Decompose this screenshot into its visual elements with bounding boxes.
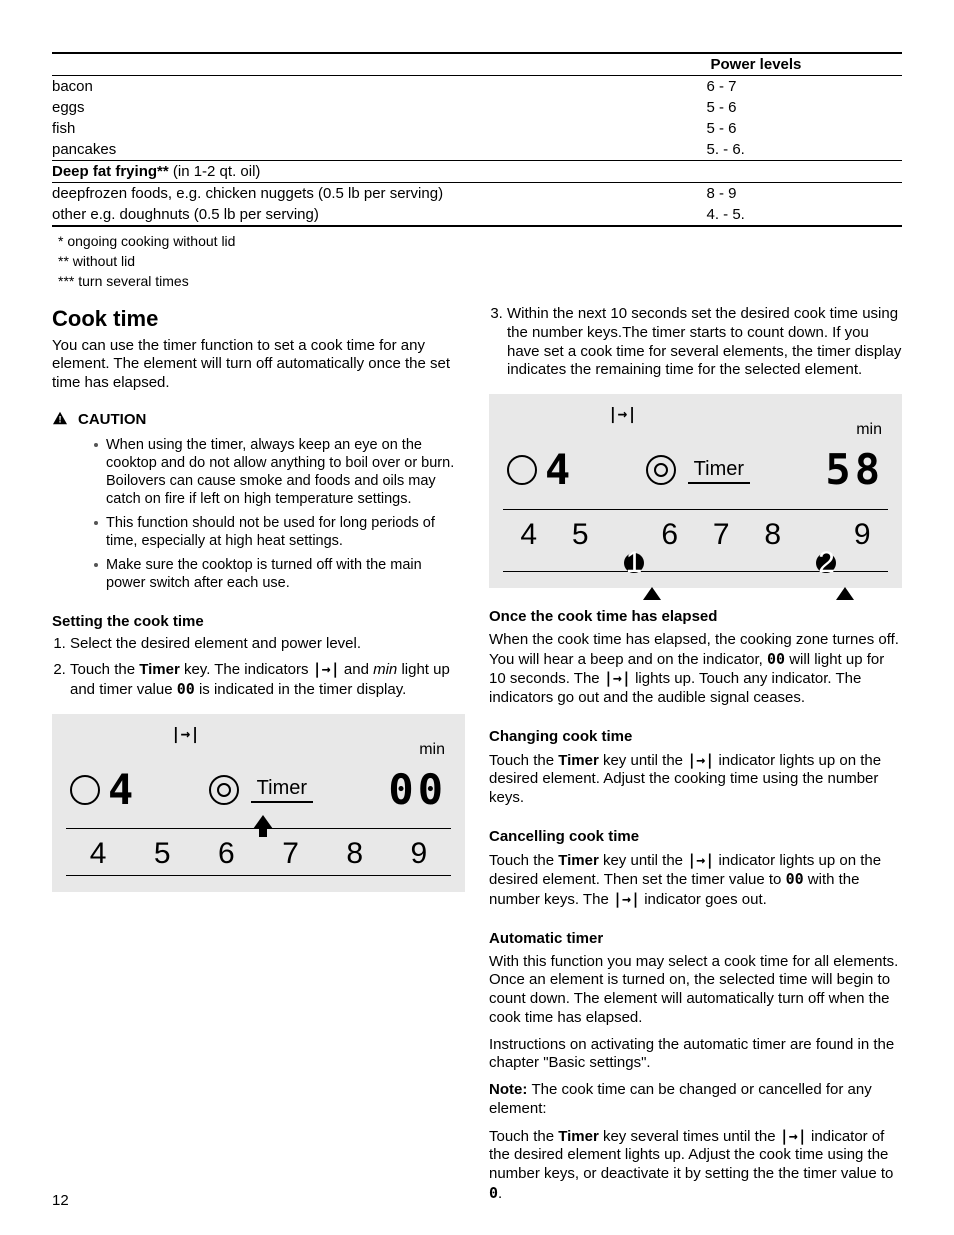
cancel-body: Touch the Timer key until the |→| indica… [489, 851, 902, 910]
setting-steps-cont: Within the next 10 seconds set the desir… [489, 305, 902, 380]
number-key: 7 [713, 516, 730, 554]
table-item: deepfrozen foods, e.g. chicken nuggets (… [52, 183, 707, 205]
right-column: Within the next 10 seconds set the desir… [489, 305, 902, 1212]
number-key: 9 [411, 835, 428, 873]
setting-steps: Select the desired element and power lev… [52, 635, 465, 699]
number-key: 51 [572, 516, 627, 554]
auto-p2: Instructions on activating the automatic… [489, 1036, 902, 1074]
timer-key-label: Timer [688, 457, 750, 484]
caution-item: When using the timer, always keep an eye… [94, 436, 465, 509]
elapsed-head: Once the cook time has elapsed [489, 608, 902, 627]
footnote: * ongoing cooking without lid [52, 231, 902, 251]
number-key: 6 [218, 835, 235, 873]
table-level: 5 - 6 [707, 118, 903, 139]
warning-icon: ! [52, 411, 68, 425]
setting-cook-time-head: Setting the cook time [52, 613, 465, 632]
timer-figure-1: |→| min 4 Timer 00 4 5 [52, 714, 465, 892]
note-line: Note: The cook time can be changed or ca… [489, 1081, 902, 1119]
element-icon [507, 455, 537, 485]
power-table: Power levels bacon6 - 7 eggs5 - 6 fish5 … [52, 52, 902, 227]
auto-head: Automatic timer [489, 930, 902, 949]
timer-indicator-icon: |→| [780, 1127, 807, 1145]
elapsed-body: When the cook time has elapsed, the cook… [489, 631, 902, 708]
power-digit: 4 [108, 764, 137, 817]
table-level: 5 - 6 [707, 97, 903, 118]
svg-text:!: ! [58, 414, 61, 424]
timer-digits: 58 [825, 444, 884, 497]
left-column: Cook time You can use the timer function… [52, 305, 465, 1212]
auto-p1: With this function you may select a cook… [489, 953, 902, 1028]
timer-indicator-icon: |→| [613, 890, 640, 908]
caution-item: This function should not be used for lon… [94, 514, 465, 550]
timer-indicator-icon: |→| [604, 669, 631, 687]
timer-indicator-icon: |→| [687, 851, 714, 869]
number-row: 4 51 6 7 82 9 [503, 510, 888, 573]
footnote: ** without lid [52, 251, 902, 271]
number-key: 9 [854, 516, 871, 554]
number-key: 8 [346, 835, 363, 873]
timer-element-icon [209, 775, 239, 805]
cook-time-heading: Cook time [52, 305, 465, 333]
caution-item: Make sure the cooktop is turned off with… [94, 556, 465, 592]
table-item: fish [52, 118, 707, 139]
min-label: min [856, 420, 882, 440]
number-key: 5 [154, 835, 171, 873]
caution-label: CAUTION [78, 411, 146, 430]
table-level: 5. - 6. [707, 139, 903, 161]
table-item: other e.g. doughnuts (0.5 lb per serving… [52, 204, 707, 226]
arrow-up-icon [836, 554, 854, 600]
table-item: eggs [52, 97, 707, 118]
timer-indicator-icon: |→| [313, 660, 340, 678]
note-p2: Touch the Timer key several times until … [489, 1127, 902, 1204]
step-1: Select the desired element and power lev… [70, 635, 465, 654]
timer-indicator-icon: |→| [687, 751, 714, 769]
cook-time-intro: You can use the timer function to set a … [52, 337, 465, 393]
step-2: Touch the Timer key. The indicators |→| … [70, 660, 465, 700]
element-icon [70, 775, 100, 805]
number-key: 82 [764, 516, 819, 554]
changing-head: Changing cook time [489, 728, 902, 747]
timer-digits: 00 [388, 764, 447, 817]
page-number: 12 [52, 1192, 69, 1209]
step-3: Within the next 10 seconds set the desir… [507, 305, 902, 380]
table-level: 4. - 5. [707, 204, 903, 226]
number-key: 7 [282, 835, 299, 873]
table-footnotes: * ongoing cooking without lid ** without… [52, 227, 902, 291]
arrow-up-icon [643, 554, 661, 600]
timer-key-label: Timer [251, 776, 313, 803]
number-key: 4 [520, 516, 537, 554]
timer-figure-2: |→| min 4 Timer 58 4 51 6 [489, 394, 902, 588]
step-badge: 2 [816, 553, 836, 573]
table-category: Deep fat frying** (in 1-2 qt. oil) [52, 161, 902, 183]
table-level: 8 - 9 [707, 183, 903, 205]
min-label: min [419, 740, 445, 760]
caution-list: When using the timer, always keep an eye… [94, 436, 465, 593]
power-levels-header: Power levels [707, 53, 903, 76]
step-badge: 1 [624, 553, 644, 573]
changing-body: Touch the Timer key until the |→| indica… [489, 751, 902, 808]
table-level: 6 - 7 [707, 76, 903, 98]
arrow-up-icon [253, 815, 273, 829]
footnote: *** turn several times [52, 271, 902, 291]
timer-element-icon [646, 455, 676, 485]
power-digit: 4 [545, 444, 574, 497]
number-key: 6 [661, 516, 678, 554]
number-key: 4 [90, 835, 107, 873]
table-item: bacon [52, 76, 707, 98]
table-item: pancakes [52, 139, 707, 161]
cancel-head: Cancelling cook time [489, 828, 902, 847]
